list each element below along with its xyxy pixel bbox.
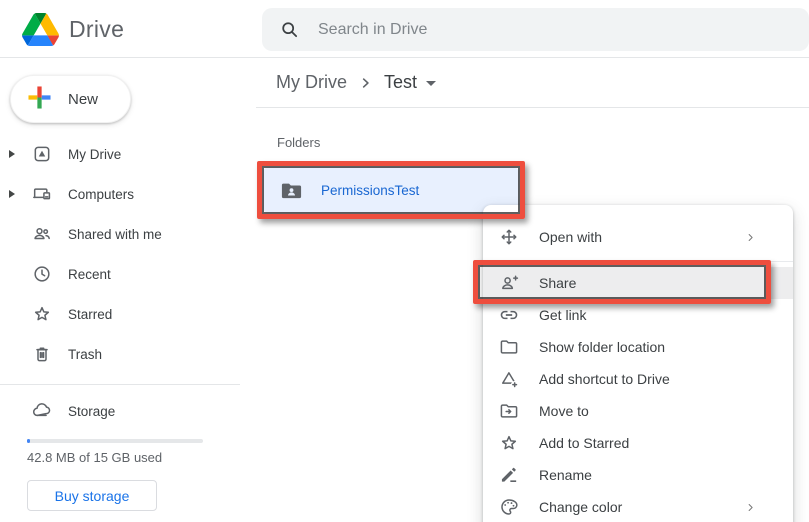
chevron-down-icon <box>426 81 436 86</box>
breadcrumb-my-drive[interactable]: My Drive <box>276 72 347 93</box>
google-drive-window: Drive New <box>0 0 809 522</box>
sidebar-item-my-drive[interactable]: My Drive <box>0 134 256 174</box>
expand-arrow-icon[interactable] <box>9 190 15 198</box>
folders-section-label: Folders <box>277 135 320 150</box>
sidebar: New My Drive <box>0 58 256 522</box>
drive-logo-link[interactable]: Drive <box>22 0 124 58</box>
sidebar-item-trash[interactable]: Trash <box>0 334 256 374</box>
storage-progress-bar <box>27 439 203 443</box>
sidebar-item-computers[interactable]: Computers <box>0 174 256 214</box>
menu-item-rename[interactable]: Rename <box>483 459 793 491</box>
new-button[interactable]: New <box>10 75 131 123</box>
chevron-right-icon <box>744 231 757 244</box>
shared-with-me-icon <box>32 224 52 244</box>
sidebar-item-starred[interactable]: Starred <box>0 294 256 334</box>
drive-shortcut-icon <box>499 369 519 389</box>
sidebar-item-storage[interactable]: Storage <box>0 391 256 431</box>
folder-tile-permissionstest[interactable]: PermissionsTest <box>263 167 519 213</box>
my-drive-icon <box>32 144 52 164</box>
rename-icon <box>499 465 519 485</box>
expand-arrow-icon[interactable] <box>9 150 15 158</box>
open-with-icon <box>499 227 519 247</box>
storage-usage-text: 42.8 MB of 15 GB used <box>27 450 162 465</box>
menu-item-add-to-starred[interactable]: Add to Starred <box>483 427 793 459</box>
new-button-label: New <box>68 91 98 108</box>
star-icon <box>499 433 519 453</box>
multicolor-plus-icon <box>26 84 53 114</box>
chevron-right-icon <box>744 501 757 514</box>
menu-item-change-color[interactable]: Change color <box>483 491 793 522</box>
star-icon <box>32 304 52 324</box>
drive-logo-icon <box>22 13 59 46</box>
breadcrumb-current-folder[interactable]: Test <box>384 72 436 93</box>
storage-progress-fill <box>27 439 30 443</box>
app-title: Drive <box>69 16 124 43</box>
move-to-icon <box>499 401 519 421</box>
context-menu: Open with Share Get link <box>483 205 793 522</box>
search-input[interactable] <box>300 8 809 51</box>
menu-separator <box>483 261 793 262</box>
menu-item-move-to[interactable]: Move to <box>483 395 793 427</box>
sidebar-item-shared-with-me[interactable]: Shared with me <box>0 214 256 254</box>
menu-item-get-link[interactable]: Get link <box>483 299 793 331</box>
sidebar-divider <box>0 384 240 385</box>
computers-icon <box>32 184 52 204</box>
top-bar: Drive <box>0 0 809 58</box>
search-bar <box>262 8 809 51</box>
chevron-right-icon <box>359 75 372 91</box>
folder-name: PermissionsTest <box>321 183 419 198</box>
buy-storage-button[interactable]: Buy storage <box>27 480 157 511</box>
trash-icon <box>32 344 52 364</box>
breadcrumb: My Drive Test <box>256 58 809 108</box>
shared-folder-icon <box>280 179 303 202</box>
menu-item-add-shortcut-to-drive[interactable]: Add shortcut to Drive <box>483 363 793 395</box>
folder-icon <box>499 337 519 357</box>
link-icon <box>499 305 519 325</box>
sidebar-item-recent[interactable]: Recent <box>0 254 256 294</box>
palette-icon <box>499 497 519 517</box>
recent-icon <box>32 264 52 284</box>
cloud-icon <box>32 401 52 421</box>
menu-item-open-with[interactable]: Open with <box>483 221 793 253</box>
search-icon <box>279 19 300 40</box>
menu-item-show-folder-location[interactable]: Show folder location <box>483 331 793 363</box>
menu-item-share[interactable]: Share <box>483 267 793 299</box>
sidebar-nav: My Drive Computers <box>0 134 256 374</box>
person-add-icon <box>499 273 519 293</box>
